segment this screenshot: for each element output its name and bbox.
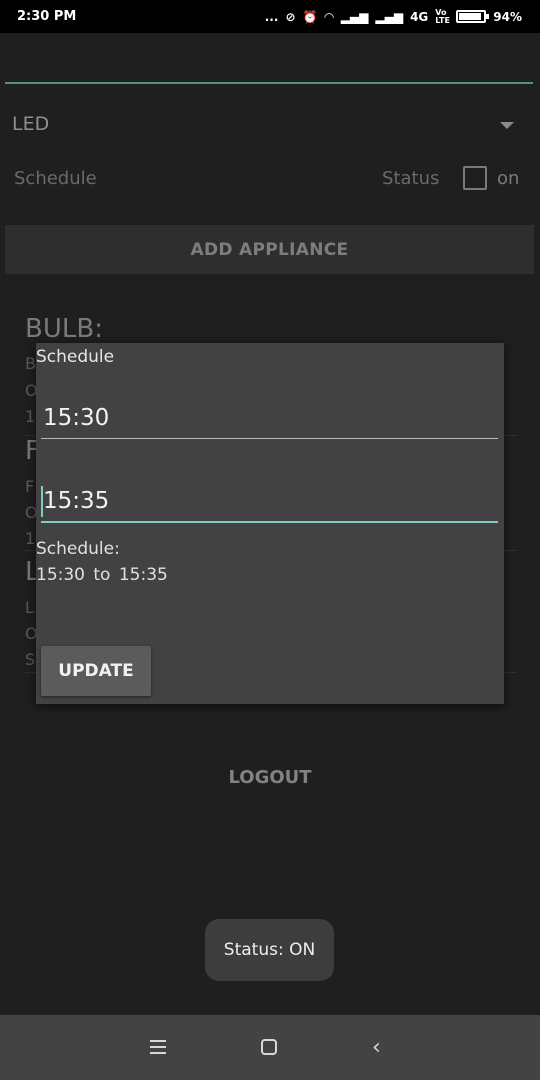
schedule-summary-label: Schedule:	[36, 539, 120, 559]
status-checkbox[interactable]	[463, 166, 487, 190]
notification-dots: ...	[264, 9, 279, 24]
update-button[interactable]: UPDATE	[41, 646, 151, 696]
status-bar: 2:30 PM ... ⊘ ⏰ ◠ ▂▄▆ ▂▄▆ 4G Vo LTE 94%	[0, 0, 540, 33]
end-time-value[interactable]: 15:35	[41, 488, 498, 514]
schedule-summary-value: 15:30 to 15:35	[36, 565, 168, 585]
appliance-name-input[interactable]	[5, 82, 533, 84]
volte-badge: Vo LTE	[435, 7, 450, 25]
battery-icon	[456, 10, 490, 23]
end-time-input[interactable]: 15:35	[41, 486, 498, 523]
list-item-fragment: B	[25, 354, 36, 373]
appliance-spinner[interactable]: LED	[12, 113, 49, 135]
schedule-dialog: Schedule 15:30 15:35 Schedule: 15:30 to …	[36, 343, 504, 704]
clock: 2:30 PM	[17, 9, 77, 24]
mute-icon: ⊘	[285, 9, 296, 24]
text-cursor	[41, 486, 43, 517]
status-label: Status	[382, 168, 440, 189]
list-item-fragment: 1	[25, 529, 36, 548]
start-time-value[interactable]: 15:30	[41, 405, 498, 431]
end-time-underline	[41, 521, 498, 523]
add-appliance-button[interactable]: ADD APPLIANCE	[5, 225, 534, 274]
list-item-fragment: 1	[25, 407, 36, 426]
list-item-fragment: F	[25, 477, 35, 496]
status-icons: ... ⊘ ⏰ ◠ ▂▄▆ ▂▄▆ 4G Vo LTE 94%	[264, 7, 522, 25]
dropdown-arrow-icon[interactable]	[500, 122, 514, 129]
start-time-input[interactable]: 15:30	[41, 405, 498, 439]
schedule-field[interactable]: Schedule	[14, 168, 97, 189]
list-item-title: BULB:	[25, 314, 103, 344]
network-type: 4G	[410, 9, 429, 24]
dialog-title: Schedule	[36, 347, 115, 367]
signal-icon-1: ▂▄▆	[340, 9, 369, 24]
signal-icon-2: ▂▄▆	[375, 9, 404, 24]
battery-percent: 94%	[493, 9, 522, 24]
wifi-icon: ◠	[324, 9, 334, 24]
start-time-underline	[41, 438, 498, 439]
logout-button[interactable]: LOGOUT	[0, 767, 540, 788]
list-item-fragment: S	[25, 650, 36, 669]
navigation-bar: ‹	[0, 1015, 540, 1080]
home-icon[interactable]	[261, 1039, 277, 1055]
status-toast: Status: ON	[205, 919, 334, 981]
list-item-fragment: L	[25, 598, 34, 617]
on-label: on	[497, 168, 520, 189]
alarm-icon: ⏰	[302, 9, 318, 24]
menu-icon[interactable]	[150, 1040, 166, 1054]
back-icon[interactable]: ‹	[372, 1035, 381, 1060]
